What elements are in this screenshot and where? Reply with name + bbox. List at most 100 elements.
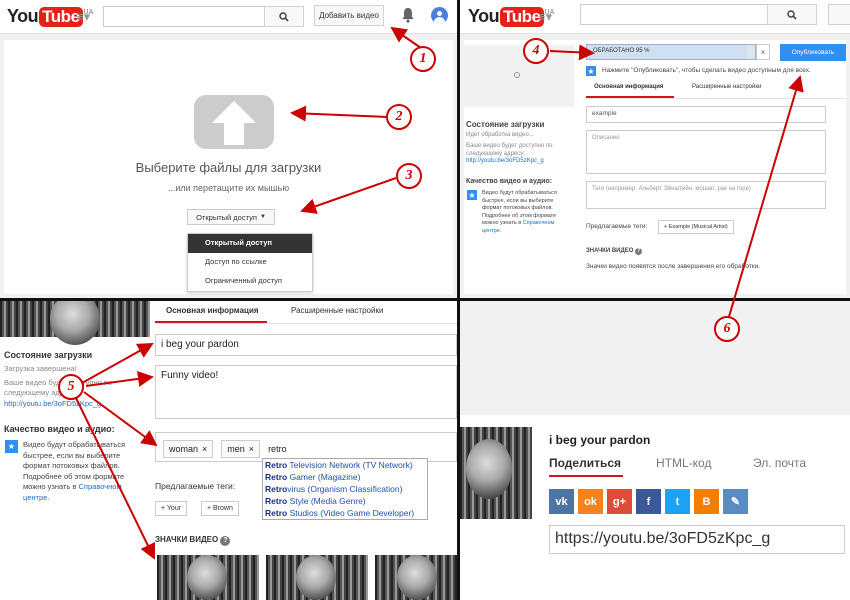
tab-advanced[interactable]: Расширенные настройки — [692, 84, 761, 90]
tags-field[interactable]: Теги (например: Альберт Эйнштейн, мошап,… — [586, 181, 826, 209]
avatar[interactable] — [431, 7, 448, 24]
help-icon[interactable]: ? — [635, 248, 643, 255]
suggested-tags-label: Предлагаемые теги: — [586, 223, 648, 230]
video-title: i beg your pardon — [549, 433, 651, 447]
tag-autocomplete: Retro Television Network (TV Network) Re… — [262, 458, 428, 520]
chevron-down-icon: ▼ — [259, 214, 266, 220]
privacy-dropdown-label: Открытый доступ — [196, 212, 257, 222]
callout-1: 1 — [410, 46, 436, 72]
video-url-link[interactable]: http://youtu.be/3oFD5zKpc_g — [4, 399, 101, 408]
suggested-tag-chip[interactable]: + Your — [155, 501, 188, 516]
masthead: You Tube UA ≡▾ Добавить видео — [0, 0, 457, 34]
guide-menu-icon[interactable]: ≡▾ — [76, 9, 90, 25]
star-icon: ★ — [467, 190, 477, 200]
search-input[interactable] — [103, 6, 265, 27]
search-icon — [787, 9, 797, 20]
upload-arrow-icon[interactable] — [194, 95, 274, 149]
search-button[interactable] — [264, 6, 304, 27]
portrait-face — [50, 301, 100, 345]
callout-4: 4 — [523, 38, 549, 64]
remove-tag-icon[interactable]: × — [249, 444, 254, 454]
badge-thumbnail[interactable] — [266, 555, 368, 600]
tag-chip[interactable]: men × — [221, 440, 261, 458]
autocomplete-item[interactable]: Retro Style (Media Genre) — [263, 495, 427, 507]
facebook-icon[interactable]: f — [636, 489, 661, 514]
quality-title: Качество видео и аудио: — [4, 424, 115, 434]
publish-hint: Нажмите "Опубликовать", чтобы сделать ви… — [602, 67, 811, 74]
callout-2: 2 — [386, 104, 412, 130]
progress-text: ОБРАБОТАНО 95 % — [593, 48, 650, 54]
status-title: Состояние загрузки — [466, 120, 545, 129]
blogger-icon[interactable]: B — [694, 489, 719, 514]
masthead: You Tube UA ≡▾ — [460, 0, 850, 34]
callout-6: 6 — [714, 316, 740, 342]
status-title: Состояние загрузки — [4, 350, 93, 360]
title-field[interactable]: i beg your pardon — [155, 334, 457, 356]
tab-email[interactable]: Эл. почта — [753, 456, 806, 470]
autocomplete-item[interactable]: Retro Studios (Video Game Developer) — [263, 507, 427, 519]
callout-5: 5 — [58, 374, 84, 400]
close-icon[interactable]: × — [756, 44, 770, 60]
description-field[interactable]: Funny video! — [155, 365, 457, 419]
autocomplete-item[interactable]: Retro Gamer (Magazine) — [263, 471, 427, 483]
video-thumbnail — [0, 301, 150, 345]
description-field[interactable]: Описание — [586, 130, 826, 174]
search-button[interactable] — [767, 4, 817, 25]
badges-title: ЗНАЧКИ ВИДЕО ? — [586, 248, 643, 255]
search-input[interactable] — [580, 4, 768, 25]
panel-processing: You Tube UA ≡▾ Состояние загрузки Идет обр… — [460, 0, 850, 298]
privacy-option-private[interactable]: Ограниченный доступ — [188, 272, 312, 291]
livejournal-icon[interactable]: ✎ — [723, 489, 748, 514]
quality-text: Видео будут обрабатываться быстрее, если… — [23, 440, 126, 502]
odnoklassniki-icon[interactable]: ok — [578, 489, 603, 514]
search-icon — [279, 11, 289, 22]
privacy-option-unlisted[interactable]: Доступ по ссылке — [188, 253, 312, 272]
star-icon: ★ — [586, 66, 596, 76]
autocomplete-item[interactable]: Retro Television Network (TV Network) — [263, 459, 427, 471]
loading-spinner-icon — [514, 72, 520, 78]
tag-input[interactable]: retro — [268, 444, 287, 454]
guide-menu-icon[interactable]: ≡▾ — [538, 9, 552, 25]
quality-title: Качество видео и аудио: — [466, 178, 553, 185]
add-video-button[interactable] — [828, 4, 850, 25]
publish-button[interactable]: Опубликовать — [780, 44, 846, 61]
suggested-tags-label: Предлагаемые теги: — [155, 481, 236, 491]
badges-text: Значки видео появятся после завершения е… — [586, 263, 761, 270]
twitter-icon[interactable]: t — [665, 489, 690, 514]
video-thumbnail — [464, 45, 574, 107]
privacy-dropdown[interactable]: Открытый доступ ▼ — [187, 209, 275, 225]
tab-basic-info[interactable]: Основная информация — [166, 306, 259, 315]
tabs-divider — [586, 98, 846, 99]
tag-chip[interactable]: woman × — [163, 440, 214, 458]
tab-advanced[interactable]: Расширенные настройки — [291, 306, 383, 315]
privacy-option-public[interactable]: Открытый доступ — [188, 234, 312, 253]
quality-text: Видео будут обрабатываться быстрее, если… — [482, 190, 557, 234]
progress-bar: ОБРАБОТАНО 95 % — [586, 44, 756, 60]
suggested-tag-chip[interactable]: + Brown — [201, 501, 239, 516]
badge-thumbnail[interactable] — [157, 555, 259, 600]
google-plus-icon[interactable]: g+ — [607, 489, 632, 514]
top-gray-area — [460, 301, 850, 415]
autocomplete-item[interactable]: Retrovirus (Organism Classification) — [263, 483, 427, 495]
vk-icon[interactable]: vk — [549, 489, 574, 514]
privacy-menu: Открытый доступ Доступ по ссылке Огранич… — [187, 233, 313, 292]
upload-title: Выберите файлы для загрузки — [135, 160, 322, 175]
remove-tag-icon[interactable]: × — [202, 444, 207, 454]
add-video-button[interactable]: Добавить видео — [314, 5, 384, 26]
share-url-field[interactable]: https://youtu.be/3oFD5zKpc_g — [549, 525, 845, 554]
tab-basic-info[interactable]: Основная информация — [594, 84, 663, 90]
status-done-text: Загрузка завершена! — [4, 364, 77, 373]
help-icon[interactable]: ? — [220, 536, 231, 546]
bell-icon[interactable] — [401, 7, 415, 28]
tabs-divider — [155, 323, 457, 324]
panel-upload-select: You Tube UA ≡▾ Добавить видео Выберите фай… — [0, 0, 457, 298]
tab-share[interactable]: Поделиться — [549, 456, 621, 470]
upload-area[interactable]: Выберите файлы для загрузки ...или перет… — [4, 40, 453, 294]
suggested-tag-chip[interactable]: + Example (Musical Artist) — [658, 220, 734, 234]
callout-3: 3 — [396, 163, 422, 189]
tab-embed[interactable]: HTML-код — [656, 456, 711, 470]
video-url-link[interactable]: http://youtu.be/3oFD5zKpc_g — [466, 158, 544, 164]
tab-active-indicator — [549, 475, 623, 477]
badge-thumbnail[interactable] — [375, 555, 457, 600]
title-field[interactable]: example — [586, 106, 826, 123]
